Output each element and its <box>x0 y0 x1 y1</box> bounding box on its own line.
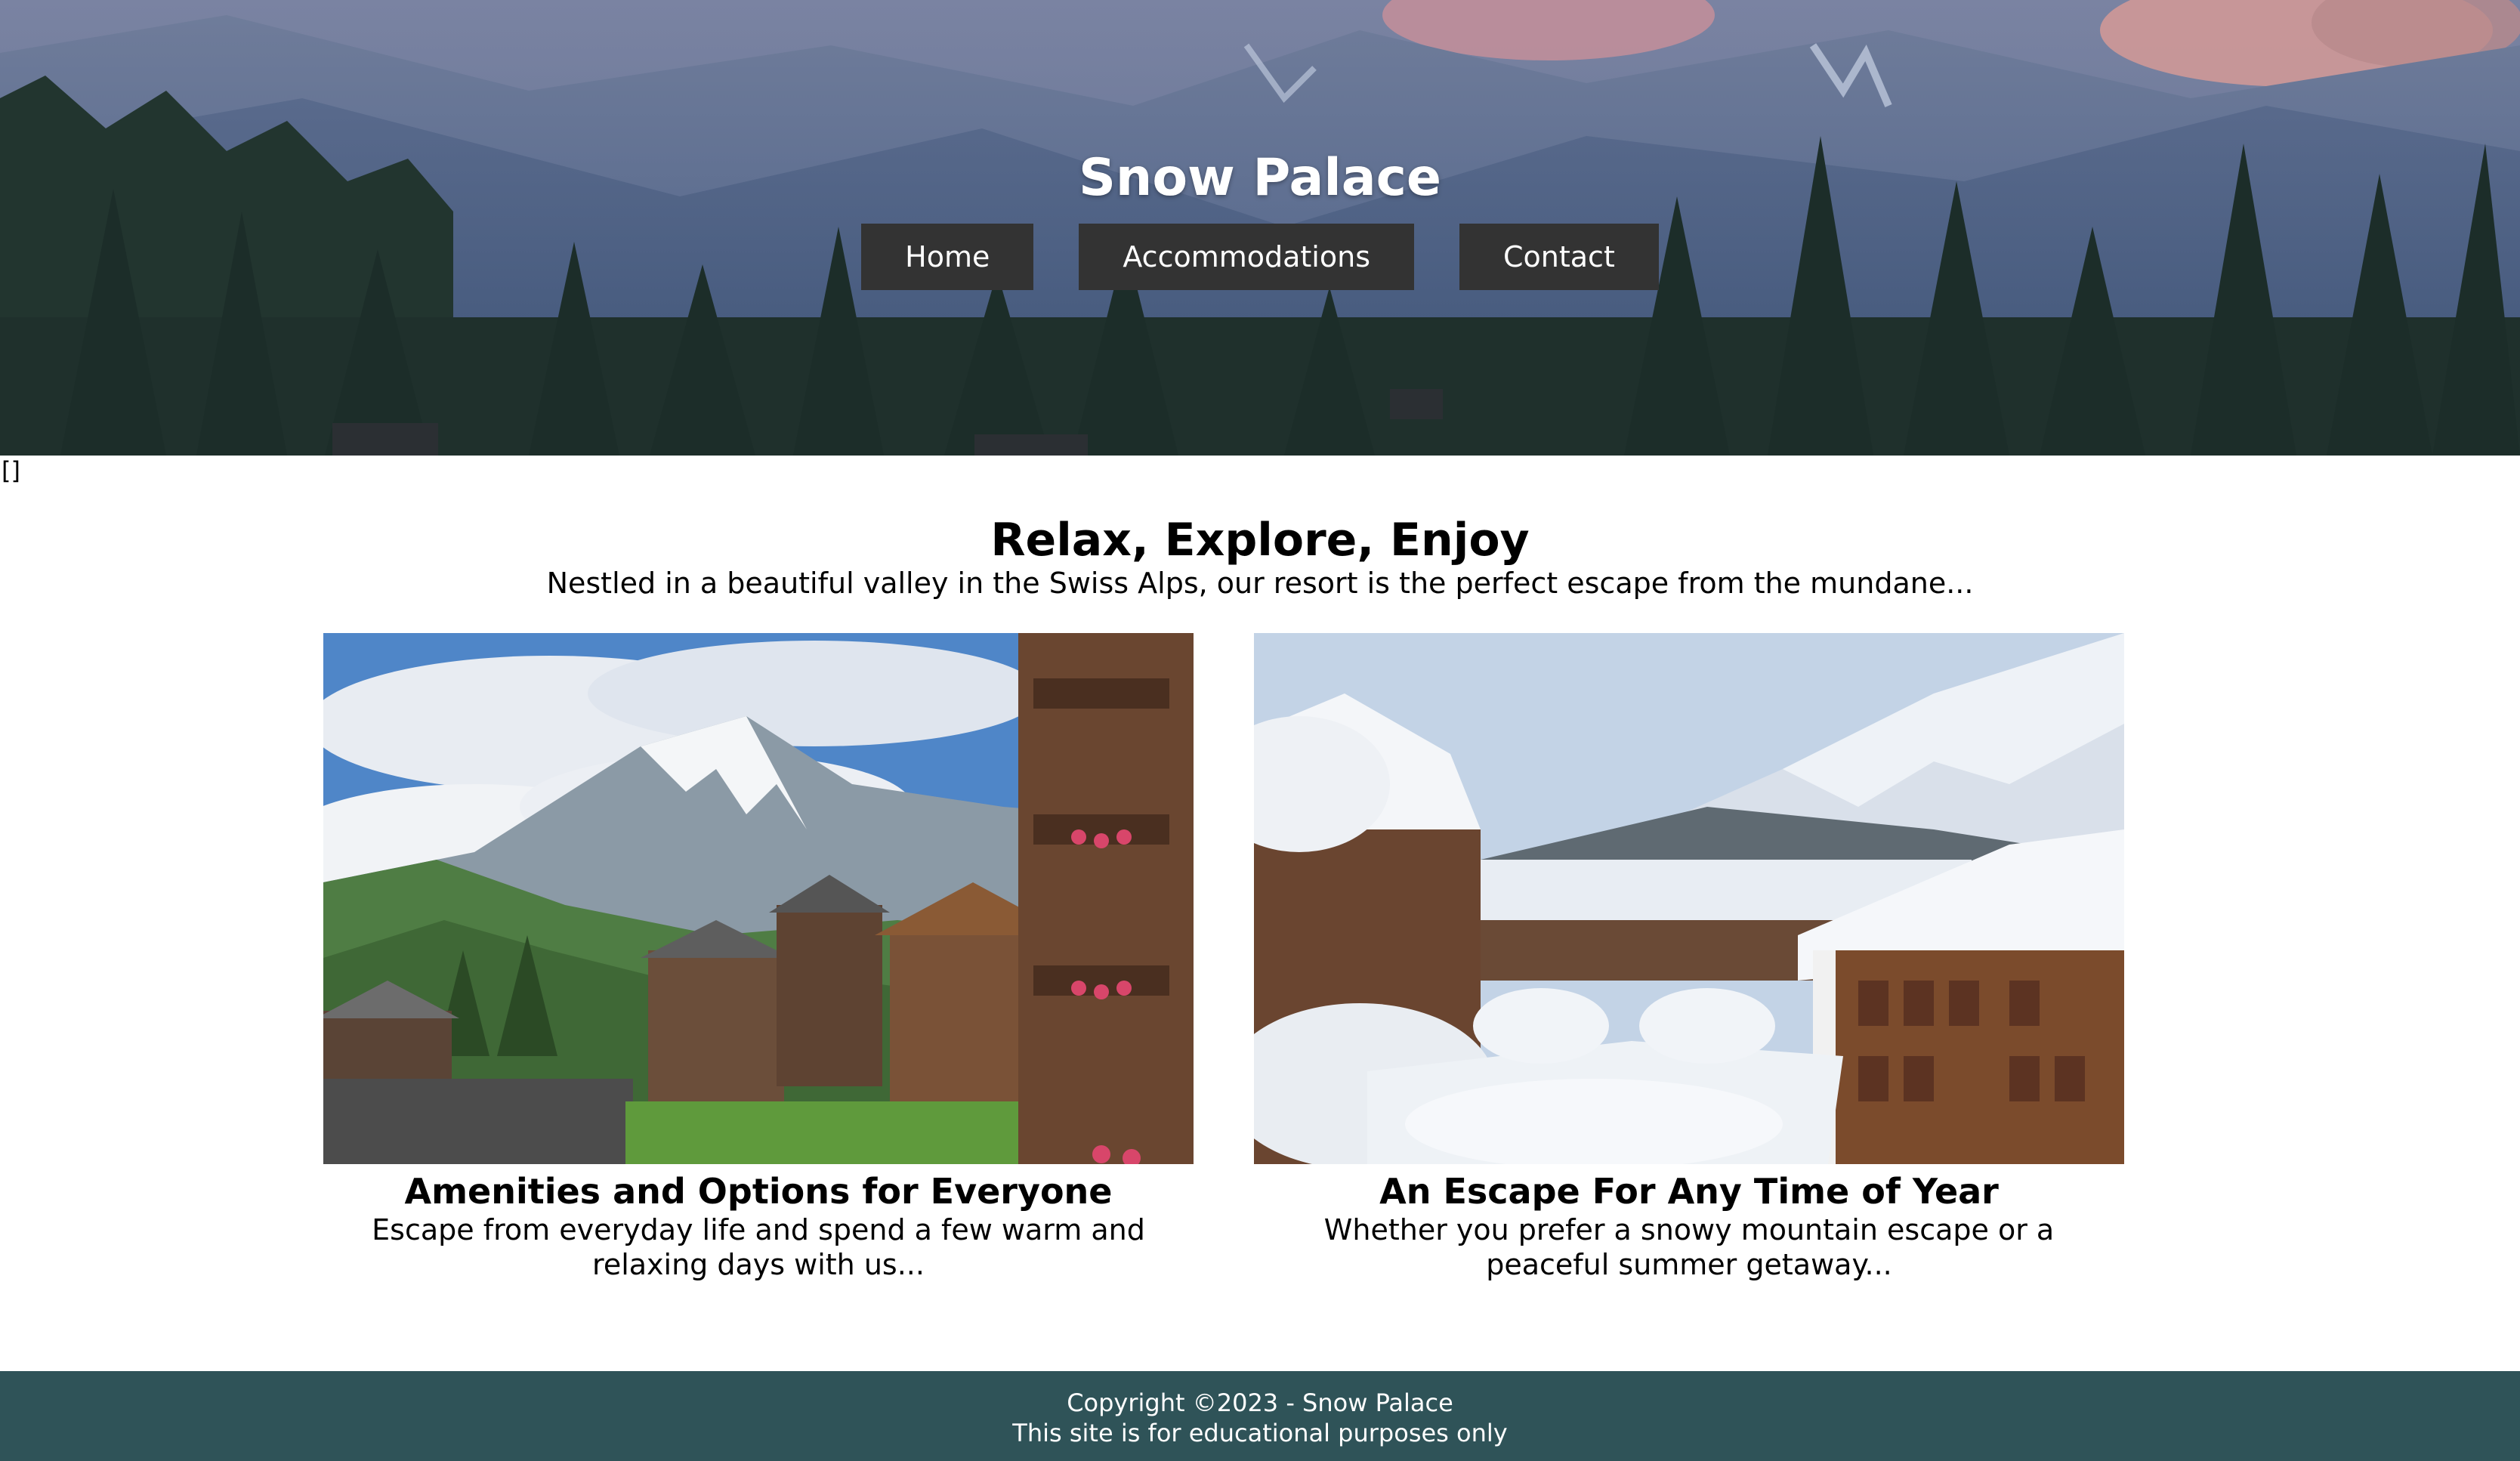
nav-home-button[interactable]: Home <box>861 224 1034 290</box>
footer-copyright: Copyright ©2023 - Snow Palace <box>1067 1388 1453 1417</box>
intro-heading: Relax, Explore, Enjoy <box>990 514 1530 567</box>
footer-note: This site is for educational purposes on… <box>1012 1419 1508 1447</box>
seasons-card-text: Whether you prefer a snowy mountain esca… <box>1323 1213 2055 1281</box>
seasons-card-title: An Escape For Any Time of Year <box>1379 1171 1999 1212</box>
nav-accommodations-button[interactable]: Accommodations <box>1079 224 1414 290</box>
winter-village-photo <box>1254 633 2124 1164</box>
stray-debug-text: [] <box>2 456 20 485</box>
amenities-card-text: Escape from everyday life and spend a fe… <box>372 1213 1145 1281</box>
main-nav: Home Accommodations Contact <box>0 224 2520 290</box>
summer-village-photo <box>323 633 1194 1164</box>
seasons-card: An Escape For Any Time of Year Whether y… <box>1254 633 2124 1282</box>
amenities-card: Amenities and Options for Everyone Escap… <box>323 633 1194 1282</box>
site-title: Snow Palace <box>1078 148 1442 208</box>
footer: Copyright ©2023 - Snow Palace This site … <box>0 1371 2520 1461</box>
amenities-card-title: Amenities and Options for Everyone <box>404 1171 1113 1212</box>
hero-banner: Snow Palace Home Accommodations Contact <box>0 0 2520 456</box>
nav-contact-button[interactable]: Contact <box>1459 224 1659 290</box>
intro-text: Nestled in a beautiful valley in the Swi… <box>546 567 1974 600</box>
